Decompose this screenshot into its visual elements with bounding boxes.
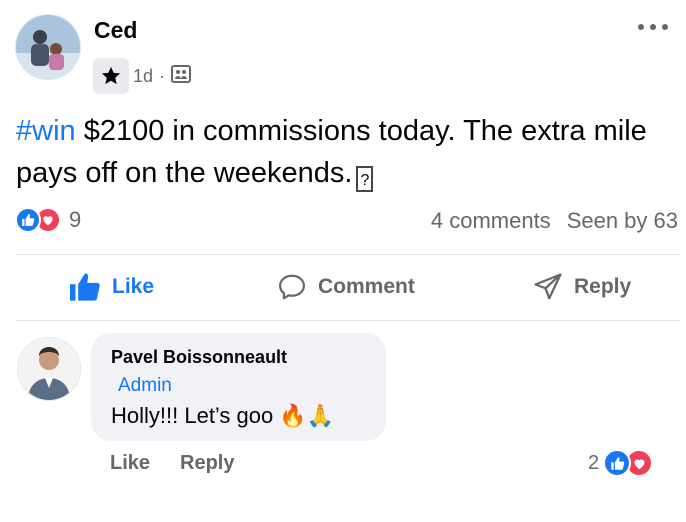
comment-text: Holly!!! Let’s goo 🔥🙏: [111, 403, 334, 429]
audience-group-icon: [171, 64, 192, 88]
unknown-emoji-glyph: ?: [356, 166, 374, 192]
commenter-avatar[interactable]: [17, 337, 81, 401]
comment-reaction-count: 2: [588, 451, 600, 474]
post-time[interactable]: 1d: [133, 66, 153, 87]
reply-label: Reply: [574, 275, 632, 298]
like-button[interactable]: Like: [68, 269, 154, 305]
comment-bubble-icon: [279, 274, 305, 300]
comment-label: Comment: [318, 275, 415, 298]
divider: [16, 320, 680, 321]
post-stats: 4 comments Seen by 63: [431, 208, 678, 234]
reply-button[interactable]: Reply: [532, 269, 631, 305]
comments-count-link[interactable]: 4 comments: [431, 208, 551, 234]
author-avatar[interactable]: [15, 14, 81, 80]
comment-emojis: 🔥🙏: [279, 403, 335, 428]
meta-separator: ·: [159, 65, 166, 86]
post-body: #win $2100 in commissions today. The ext…: [16, 110, 666, 194]
divider: [16, 254, 680, 255]
comment-button[interactable]: Comment: [276, 269, 415, 305]
seen-by-link[interactable]: Seen by 63: [567, 208, 678, 234]
comment-reactions[interactable]: 2: [588, 449, 654, 477]
like-label: Like: [112, 275, 155, 298]
reaction-count: 9: [69, 207, 82, 232]
post-text: $2100 in commissions today. The extra mi…: [16, 115, 647, 189]
reactions-summary[interactable]: 9: [15, 207, 81, 233]
commenter-name[interactable]: Pavel Boissonneault: [111, 347, 287, 368]
comment-text-body: Holly!!! Let’s goo: [111, 403, 274, 428]
more-options-icon[interactable]: [638, 18, 668, 36]
post-meta: 1d ·: [93, 58, 192, 94]
thumbs-up-icon: [70, 273, 100, 301]
like-reaction-icon: [603, 449, 632, 477]
admin-badge: Admin: [118, 375, 172, 396]
hashtag-link[interactable]: #win: [16, 115, 76, 147]
post-author-name[interactable]: Ced: [94, 17, 137, 44]
send-arrow-icon: [534, 273, 562, 300]
star-badge-icon: [93, 58, 129, 94]
comment-like-button[interactable]: Like: [110, 452, 150, 475]
like-reaction-icon: [15, 207, 41, 233]
comment-reply-button[interactable]: Reply: [180, 452, 234, 475]
